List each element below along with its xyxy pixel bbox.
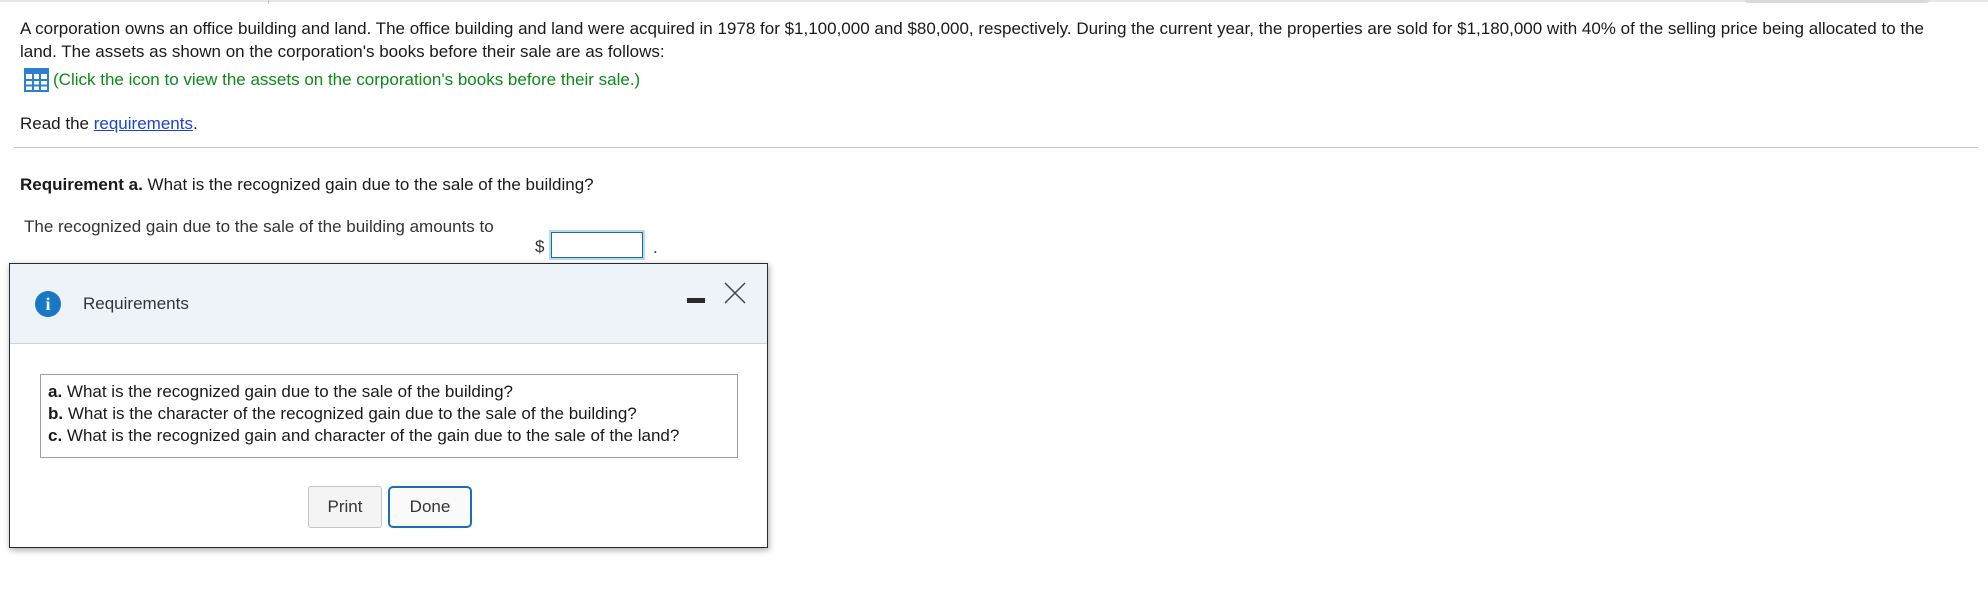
table-icon[interactable] xyxy=(24,68,49,92)
print-button[interactable]: Print xyxy=(308,486,382,528)
close-icon xyxy=(724,282,746,304)
requirement-letter: c. xyxy=(48,426,63,445)
done-button[interactable]: Done xyxy=(388,486,472,528)
close-button[interactable] xyxy=(722,280,748,306)
section-divider xyxy=(14,147,1978,148)
top-scroll-indicator xyxy=(1745,0,1929,3)
view-assets-text[interactable]: (Click the icon to view the assets on th… xyxy=(53,70,640,90)
answer-period: . xyxy=(653,238,658,257)
dialog-header: i Requirements xyxy=(10,264,767,344)
requirement-a-label: Requirement a. xyxy=(20,175,143,194)
read-requirements-suffix: . xyxy=(192,114,198,133)
requirement-a-question: What is the recognized gain due to the s… xyxy=(142,175,594,194)
tab-divider xyxy=(268,0,269,4)
recognized-gain-input[interactable] xyxy=(549,230,645,260)
requirement-letter: a. xyxy=(48,382,63,401)
read-requirements: Read the requirements. xyxy=(20,114,198,134)
requirements-list: a. What is the recognized gain due to th… xyxy=(40,374,738,458)
info-icon: i xyxy=(35,291,61,317)
minimize-button[interactable] xyxy=(684,289,708,309)
requirement-text: What is the recognized gain due to the s… xyxy=(62,382,513,401)
requirement-item-c: c. What is the recognized gain and chara… xyxy=(48,425,730,447)
requirements-link[interactable]: requirements xyxy=(94,114,193,133)
requirements-dialog: i Requirements a. What is the recognized… xyxy=(9,263,768,548)
requirement-item-b: b. What is the character of the recogniz… xyxy=(48,403,730,425)
read-requirements-prefix: Read the xyxy=(20,114,94,133)
view-assets-link[interactable]: (Click the icon to view the assets on th… xyxy=(24,68,640,92)
requirement-item-a: a. What is the recognized gain due to th… xyxy=(48,381,730,403)
requirement-a-heading: Requirement a. What is the recognized ga… xyxy=(20,175,594,195)
requirement-letter: b. xyxy=(48,404,64,423)
answer-label: The recognized gain due to the sale of t… xyxy=(24,217,494,236)
dialog-title: Requirements xyxy=(83,294,189,313)
problem-statement: A corporation owns an office building an… xyxy=(20,19,1924,61)
currency-symbol: $ xyxy=(535,237,545,256)
requirement-text: What is the recognized gain and characte… xyxy=(62,426,680,445)
top-border xyxy=(0,0,1988,2)
requirement-text: What is the character of the recognized … xyxy=(63,404,637,423)
